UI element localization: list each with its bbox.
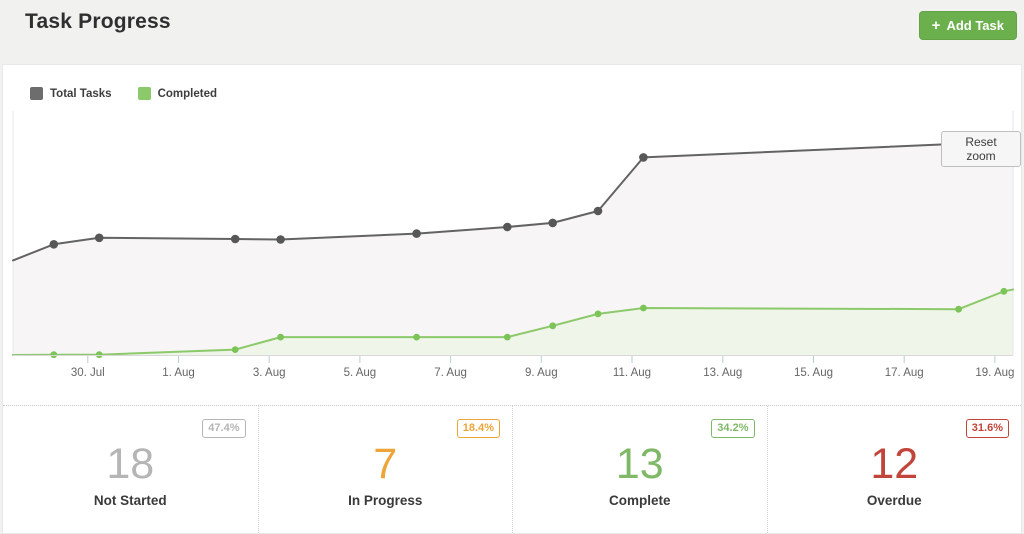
plus-icon: + [931,17,941,34]
x-axis-label: 17. Aug [885,367,924,379]
data-point[interactable] [548,218,557,228]
data-point[interactable] [594,310,602,318]
data-point[interactable] [503,333,511,341]
page-header: Task Progress + Add Task [0,0,1024,64]
stat-card-not-started: 47.4% 18 Not Started [3,406,258,533]
stat-card-overdue: 31.6% 12 Overdue [766,406,1022,533]
data-point[interactable] [276,235,285,244]
stat-label: Complete [608,493,671,508]
total-tasks-swatch [30,87,43,100]
x-axis-label: 7. Aug [434,367,467,379]
x-axis-label: 5. Aug [344,367,377,379]
x-axis-label: 1. Aug [162,367,195,379]
stat-label: Not Started [93,493,167,508]
data-point[interactable] [593,206,603,216]
data-point[interactable] [49,240,59,249]
data-point[interactable] [412,229,421,238]
stat-card-complete: 34.2% 13 Complete [512,406,767,533]
x-axis-label: 9. Aug [525,367,558,379]
x-axis-label: 13. Aug [703,367,742,379]
stat-label: In Progress [348,493,423,508]
add-task-button[interactable]: + Add Task [918,11,1017,40]
data-point[interactable] [640,304,647,312]
data-point[interactable] [230,234,240,244]
legend-item-total-tasks[interactable]: Total Tasks [30,87,112,100]
x-axis-label: 11. Aug [613,367,651,379]
legend-label: Completed [157,87,217,100]
data-point[interactable] [1000,287,1008,295]
stat-value: 13 [615,440,664,488]
data-point[interactable] [413,333,420,341]
data-point[interactable] [955,305,962,313]
x-axis-label: 19. Aug [975,367,1014,379]
data-point[interactable] [95,351,103,359]
data-point[interactable] [50,351,58,359]
data-point[interactable] [231,346,239,353]
x-axis-label: 15. Aug [794,367,833,379]
legend-label: Total Tasks [50,87,112,100]
stat-card-in-progress: 18.4% 7 In Progress [257,406,513,533]
data-point[interactable] [94,233,104,243]
percent-badge: 31.6% [965,419,1009,439]
percent-badge: 18.4% [456,419,500,439]
stat-label: Overdue [866,493,922,508]
chart-panel: Total Tasks Completed 30. Jul 1. Aug 3. Au… [2,64,1022,534]
data-point[interactable] [639,153,648,162]
task-progress-chart[interactable]: 30. Jul 1. Aug 3. Aug 5. Aug 7. Aug 9. Aug 11.… [3,65,1021,395]
chart-legend: Total Tasks Completed [30,87,217,100]
data-point[interactable] [277,333,284,341]
legend-item-completed[interactable]: Completed [137,87,217,100]
reset-zoom-button[interactable]: Reset zoom [941,131,1021,167]
completed-swatch [137,87,151,100]
data-point[interactable] [549,322,557,330]
percent-badge: 34.2% [711,419,755,439]
add-task-label: Add Task [946,18,1004,33]
stat-value: 18 [106,440,155,488]
percent-badge: 47.4% [202,419,246,439]
stats-row: 47.4% 18 Not Started 18.4% 7 In Progress… [3,405,1021,533]
stat-value: 12 [870,440,919,488]
x-axis-label: 30. Jul [71,367,105,379]
stat-value: 7 [373,440,398,488]
page-title: Task Progress [25,10,171,33]
data-point[interactable] [503,222,512,232]
x-axis-label: 3. Aug [253,367,286,379]
